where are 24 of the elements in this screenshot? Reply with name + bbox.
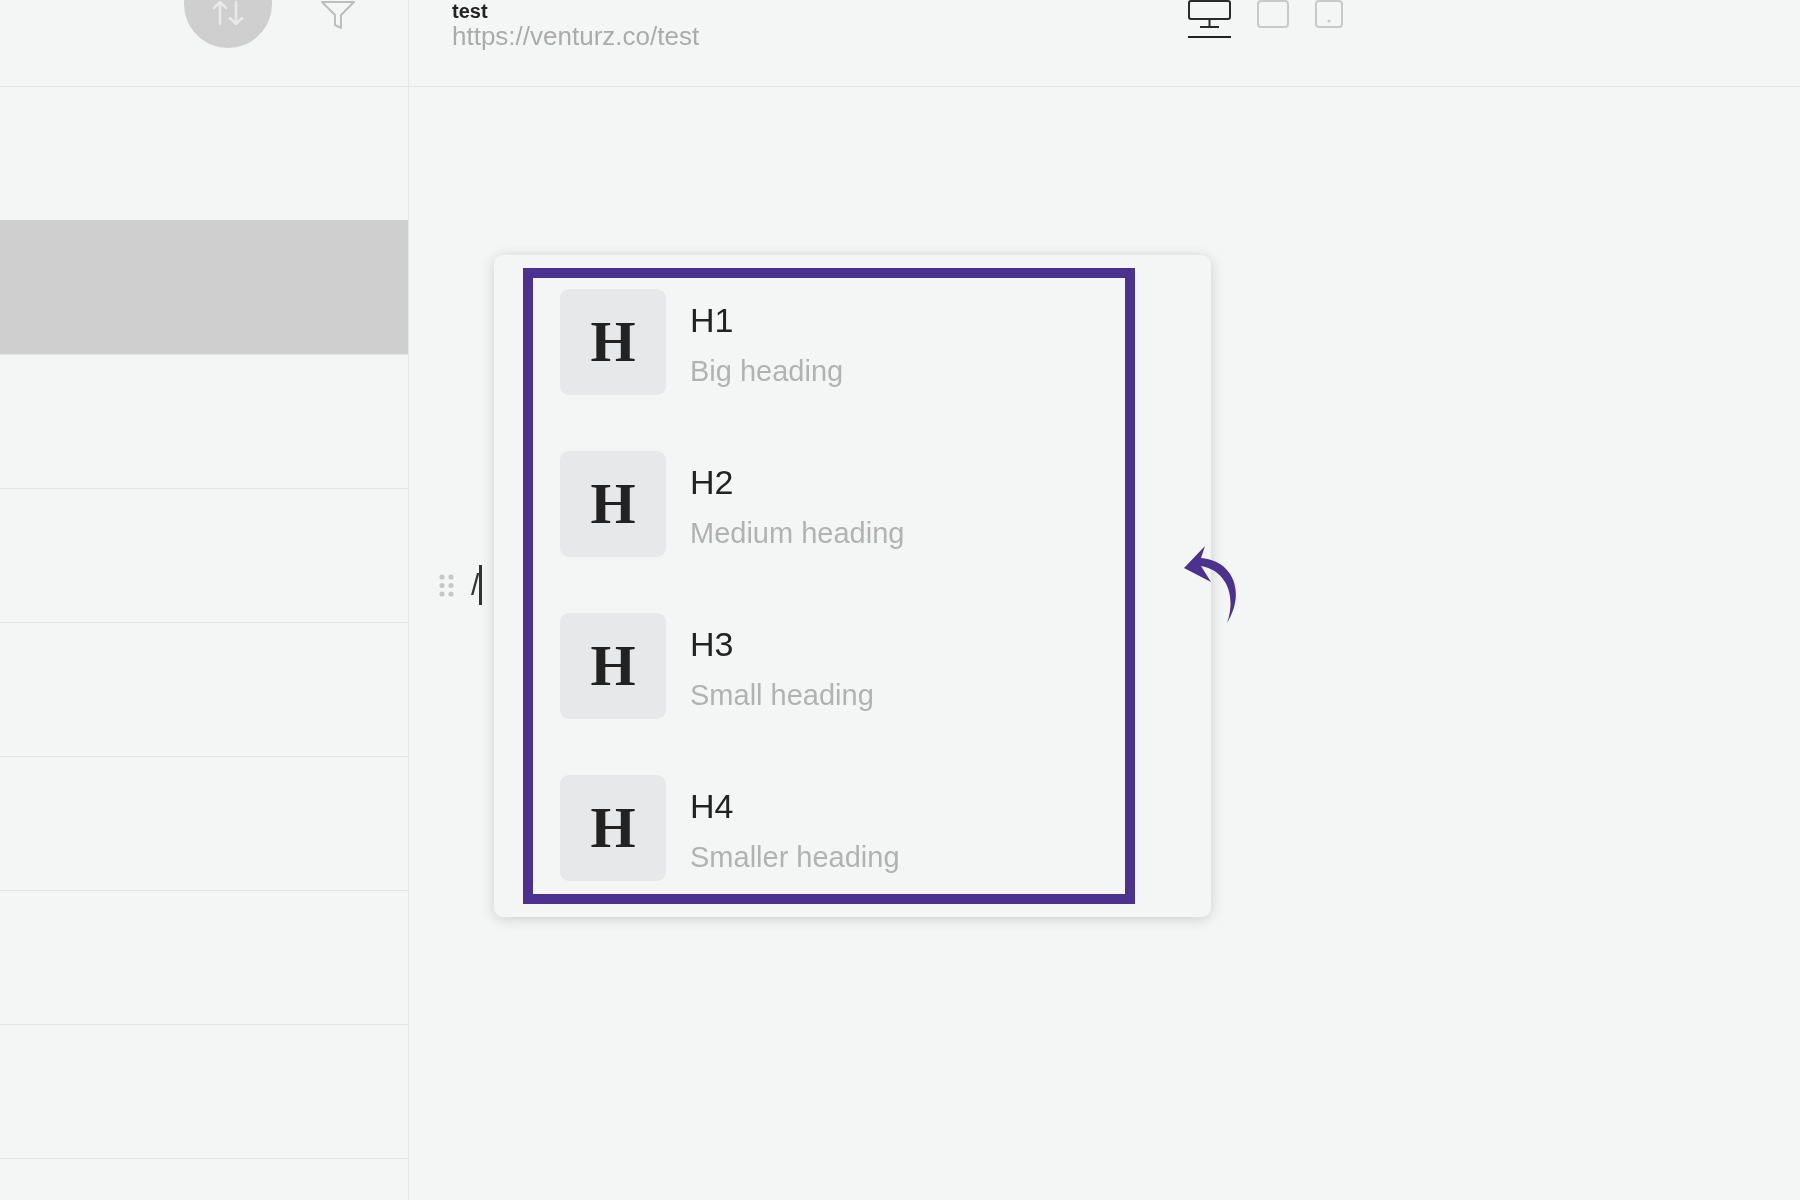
sort-icon[interactable] <box>184 0 272 48</box>
heading-icon: H <box>560 451 666 557</box>
page-url: https://venturz.co/test <box>452 22 700 50</box>
phone-icon <box>1315 0 1343 28</box>
heading-icon: H <box>560 775 666 881</box>
heading-icon: H <box>560 289 666 395</box>
menu-item-description: Smaller heading <box>690 840 900 875</box>
menu-item-description: Medium heading <box>690 516 905 551</box>
page-title: test <box>452 0 488 22</box>
editor-text: / <box>471 567 480 603</box>
menu-item-title[interactable]: H4 <box>690 786 734 826</box>
menu-item-title[interactable]: H2 <box>690 462 734 502</box>
tablet-icon <box>1257 0 1289 28</box>
menu-item-description: Big heading <box>690 354 844 389</box>
menu-item-title[interactable]: H1 <box>690 300 734 340</box>
menu-item-title[interactable]: H3 <box>690 624 734 664</box>
filter-icon[interactable] <box>320 0 356 30</box>
list-row[interactable] <box>0 220 408 354</box>
text-cursor-icon <box>479 565 483 605</box>
menu-item-description: Small heading <box>690 678 874 713</box>
heading-icon: H <box>560 613 666 719</box>
desktop-view-tab[interactable] <box>1188 0 1231 38</box>
drag-handle-icon[interactable] <box>439 573 454 597</box>
monitor-icon <box>1188 0 1231 28</box>
